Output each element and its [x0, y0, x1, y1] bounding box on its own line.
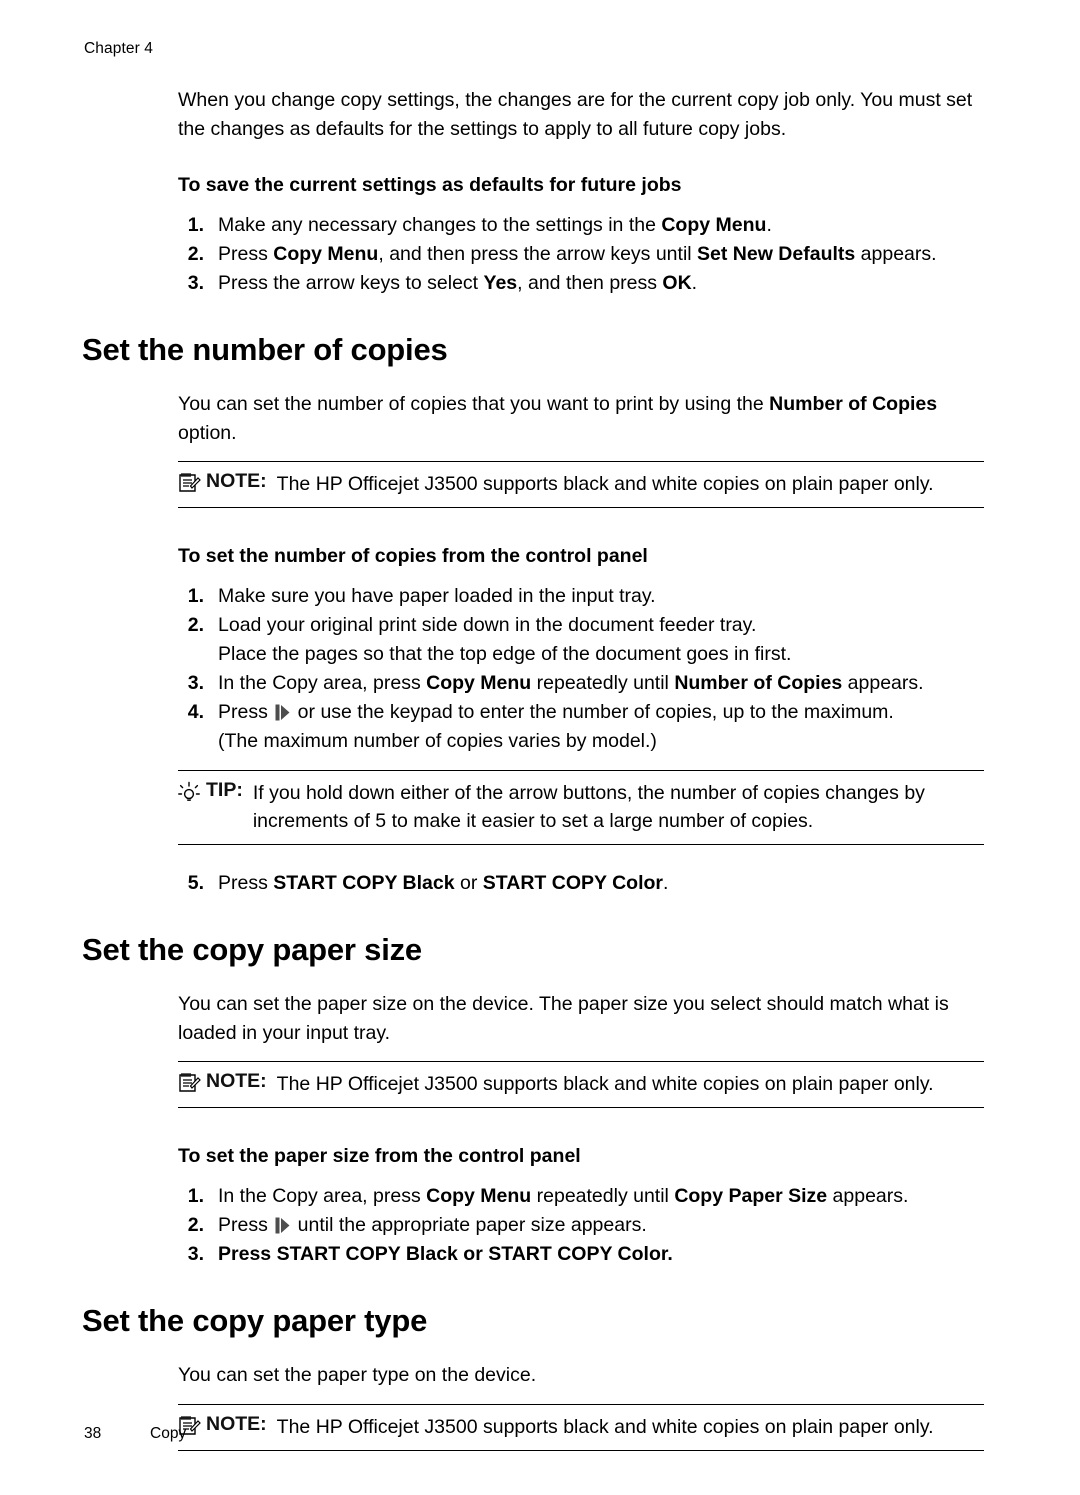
tip-box-copies: TIP: If you hold down either of the arro…	[178, 770, 984, 845]
step-number: 3.	[187, 672, 204, 694]
step-text: Make sure you have paper loaded in the i…	[218, 585, 656, 607]
steps-paper-size: 1. In the Copy area, press Copy Menu repe…	[178, 1182, 984, 1269]
emphasis: Copy Menu	[273, 243, 379, 265]
step-text: Press the arrow keys to select Yes, and …	[218, 272, 698, 294]
heading-set-number-of-copies-wrap: Set the number of copies	[82, 332, 984, 368]
heading-set-number-of-copies: Set the number of copies	[82, 332, 448, 367]
step-subtext: Place the pages so that the top edge of …	[218, 643, 792, 665]
tip-text: If you hold down either of the arrow but…	[252, 782, 925, 832]
paper-size-paragraph: You can set the paper size on the device…	[178, 993, 949, 1044]
note-icon	[178, 470, 206, 494]
step-text: Make any necessary changes to the settin…	[218, 214, 772, 236]
emphasis: Copy Menu	[426, 672, 532, 694]
note-box-paper-size: NOTE: The HP Officejet J3500 supports bl…	[178, 1061, 984, 1108]
procedure-step: 1. Make sure you have paper loaded in the…	[178, 582, 984, 611]
step-number: 1.	[187, 585, 204, 607]
procedure-step: 2. Load your original print side down in …	[178, 611, 984, 669]
emphasis: Copy Paper Size	[674, 1185, 828, 1207]
step-number: 1.	[187, 214, 204, 236]
step-text: Load your original print side down in th…	[218, 614, 757, 636]
procedure-step: 4. Press or use the keypad to enter the n…	[178, 698, 984, 756]
procedure-step: 2. Press until the appropriate paper size…	[178, 1211, 984, 1240]
step-text: Press START COPY Black or START COPY Col…	[218, 1243, 673, 1265]
step-number: 3.	[187, 1243, 204, 1265]
tip-label: TIP:	[206, 779, 243, 801]
procedure-step: 2. Press Copy Menu, and then press the ar…	[178, 240, 984, 269]
page-footer: 38 Copy	[84, 1425, 186, 1443]
procedure-step: 5. Press START COPY Black or START COPY C…	[178, 869, 984, 898]
note-box-copies: NOTE: The HP Officejet J3500 supports bl…	[178, 461, 984, 508]
step-number: 2.	[187, 243, 204, 265]
note-text: The HP Officejet J3500 supports black an…	[276, 473, 934, 495]
step-text: Press Copy Menu, and then press the arro…	[218, 243, 937, 265]
note-label: NOTE:	[206, 1070, 267, 1092]
emphasis: START COPY Black	[276, 1243, 458, 1265]
step-text: Press until the appropriate paper size a…	[218, 1214, 647, 1236]
note-text: The HP Officejet J3500 supports black an…	[276, 1415, 934, 1438]
page-content: When you change copy settings, the chang…	[82, 86, 984, 1457]
steps-save-defaults: 1. Make any necessary changes to the sett…	[178, 211, 984, 298]
procedure-step: 1. Make any necessary changes to the sett…	[178, 211, 984, 240]
emphasis: Copy Menu	[661, 214, 767, 236]
procedure-title-set-copies: To set the number of copies from the con…	[178, 545, 648, 567]
step-number: 5.	[187, 872, 204, 894]
emphasis: Copy Menu	[426, 1185, 532, 1207]
emphasis: START COPY Color	[488, 1243, 668, 1265]
step-subtext: (The maximum number of copies varies by …	[218, 730, 657, 752]
step-number: 1.	[187, 1185, 204, 1207]
heading-set-copy-paper-size-wrap: Set the copy paper size	[82, 932, 984, 968]
steps-set-copies: 1. Make sure you have paper loaded in the…	[178, 582, 984, 756]
note-label: NOTE:	[206, 1412, 267, 1435]
right-arrow-key-icon[interactable]	[275, 1217, 290, 1234]
right-arrow-key-icon[interactable]	[275, 704, 290, 721]
emphasis: Number of Copies	[769, 393, 938, 415]
footer-page-number: 38	[84, 1425, 102, 1442]
chapter-header: Chapter 4	[84, 40, 153, 57]
intro-paragraph: When you change copy settings, the chang…	[178, 89, 973, 140]
step-number: 2.	[187, 1214, 204, 1236]
procedure-title-save-defaults: To save the current settings as defaults…	[178, 174, 682, 196]
emphasis: Yes	[483, 272, 518, 294]
procedure-step: 1. In the Copy area, press Copy Menu repe…	[178, 1182, 984, 1211]
note-text: The HP Officejet J3500 supports black an…	[276, 1073, 934, 1095]
footer-section: Copy	[150, 1425, 187, 1442]
procedure-step: 3. In the Copy area, press Copy Menu repe…	[178, 669, 984, 698]
note-icon	[178, 1070, 206, 1094]
tip-icon	[178, 779, 206, 805]
step-text: Press or use the keypad to enter the num…	[218, 701, 894, 723]
steps-set-copies-final: 5. Press START COPY Black or START COPY C…	[178, 869, 984, 898]
note-box-paper-type: NOTE: The HP Officejet J3500 supports bl…	[178, 1403, 984, 1451]
step-number: 2.	[187, 614, 204, 636]
emphasis: START COPY Color	[482, 872, 663, 894]
step-text: Press START COPY Black or START COPY Col…	[218, 872, 669, 894]
step-number: 4.	[187, 701, 204, 723]
heading-set-copy-paper-type-wrap: Set the copy paper type	[82, 1303, 984, 1339]
step-text: In the Copy area, press Copy Menu repeat…	[218, 1185, 909, 1207]
procedure-step: 3. Press START COPY Black or START COPY C…	[178, 1240, 984, 1269]
note-label: NOTE:	[206, 470, 267, 492]
document-page: Chapter 4 When you change copy settings,…	[0, 0, 1080, 1495]
procedure-title-paper-size: To set the paper size from the control p…	[178, 1145, 581, 1167]
heading-set-copy-paper-type: Set the copy paper type	[82, 1303, 428, 1338]
emphasis: Set New Defaults	[697, 243, 856, 265]
paper-type-paragraph: You can set the paper type on the device…	[178, 1364, 537, 1386]
step-text: In the Copy area, press Copy Menu repeat…	[218, 672, 924, 694]
copies-intro-paragraph: You can set the number of copies that yo…	[178, 393, 938, 444]
step-number: 3.	[187, 272, 204, 294]
procedure-step: 3. Press the arrow keys to select Yes, an…	[178, 269, 984, 298]
emphasis: Number of Copies	[674, 672, 843, 694]
emphasis: START COPY Black	[273, 872, 455, 894]
heading-set-copy-paper-size: Set the copy paper size	[82, 932, 422, 967]
emphasis: OK	[662, 272, 692, 294]
